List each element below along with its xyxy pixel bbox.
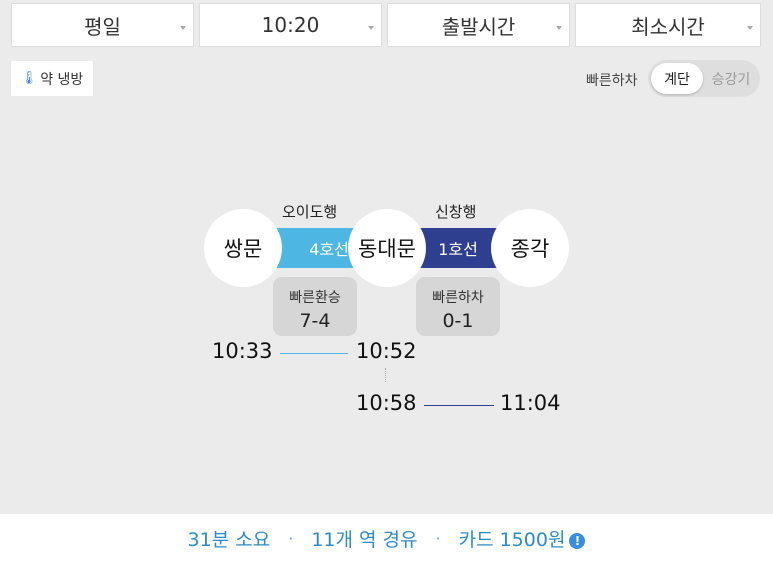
time-select-value: 10:20 <box>261 13 320 37</box>
leg1-depart-time: 10:33 <box>212 339 273 363</box>
sort-select[interactable]: 최소시간 <box>575 3 761 47</box>
time-select[interactable]: 10:20 <box>199 3 382 47</box>
fast-transfer-title: 빠른환승 <box>289 289 341 306</box>
day-select-value: 평일 <box>84 14 121 39</box>
separator-dot: · <box>288 529 294 548</box>
leg1-line <box>280 353 348 354</box>
fast-exit-chip: 빠른하차 0-1 <box>416 277 500 336</box>
station-name: 쌍문 <box>223 237 263 261</box>
mode-select-value: 출발시간 <box>441 14 516 39</box>
leg2-line <box>424 405 494 406</box>
line-4-label: 4호선 <box>309 240 349 259</box>
leg2-direction: 신창행 <box>435 203 477 221</box>
fast-exit-title: 빠른하차 <box>432 289 484 306</box>
leg1-arrive-time: 10:52 <box>356 339 417 363</box>
fast-transfer-value: 7-4 <box>299 309 331 332</box>
mode-select[interactable]: 출발시간 <box>387 3 570 47</box>
thermometer-icon: 🌡 <box>20 71 38 86</box>
leg1-direction: 오이도행 <box>282 203 338 221</box>
cooling-badge: 🌡 약 냉방 <box>11 61 93 96</box>
fast-exit-value: 0-1 <box>442 309 474 332</box>
cooling-label: 약 냉방 <box>40 71 84 88</box>
station-ssangmun[interactable]: 쌍문 <box>204 209 282 287</box>
stairs-option[interactable]: 계단 <box>651 63 703 94</box>
dropdown-arrow-icon <box>556 26 562 30</box>
transfer-connector <box>385 368 386 382</box>
fast-transfer-chip: 빠른환승 7-4 <box>273 277 357 336</box>
elevator-option[interactable]: 승강기 <box>704 63 758 94</box>
station-name: 동대문 <box>358 237 416 261</box>
exit-option-label: 빠른하차 <box>586 73 638 89</box>
duration-text: 31분 소요 <box>187 529 271 551</box>
exit-option-toggle[interactable]: 계단 승강기 <box>648 60 760 97</box>
route-summary: 31분 소요 · 11개 역 경유 · 카드 1500원! <box>0 514 773 563</box>
dropdown-arrow-icon <box>180 26 186 30</box>
leg2-depart-time: 10:58 <box>356 391 417 415</box>
station-jonggak[interactable]: 종각 <box>491 209 569 287</box>
stations-count-text: 11개 역 경유 <box>311 529 418 551</box>
info-icon[interactable]: ! <box>569 532 586 549</box>
sort-select-value: 최소시간 <box>631 14 705 39</box>
station-name: 종각 <box>510 237 550 261</box>
station-dongdaemun[interactable]: 동대문 <box>348 209 426 287</box>
day-select[interactable]: 평일 <box>11 3 194 47</box>
fare-text: 카드 1500원 <box>458 529 566 551</box>
leg2-arrive-time: 11:04 <box>500 391 561 415</box>
line-1-label: 1호선 <box>438 240 478 259</box>
separator-dot: · <box>435 529 441 548</box>
dropdown-arrow-icon <box>368 26 374 30</box>
fare-group: 카드 1500원! <box>459 525 586 552</box>
dropdown-arrow-icon <box>747 26 753 30</box>
